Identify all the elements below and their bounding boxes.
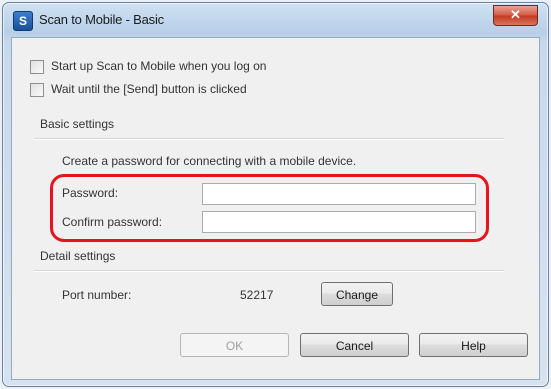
dialog-window: S Scan to Mobile - Basic ✕ Start up Scan… xyxy=(2,2,549,387)
startup-checkbox[interactable] xyxy=(30,60,44,74)
detail-settings-divider xyxy=(34,270,504,272)
password-highlight-box xyxy=(50,174,489,242)
startup-checkbox-label: Start up Scan to Mobile when you log on xyxy=(51,59,267,73)
close-button[interactable]: ✕ xyxy=(493,5,538,26)
detail-settings-heading: Detail settings xyxy=(40,249,116,263)
change-port-button[interactable]: Change xyxy=(321,282,393,306)
cancel-button[interactable]: Cancel xyxy=(300,333,409,357)
wait-checkbox[interactable] xyxy=(30,83,44,97)
help-button[interactable]: Help xyxy=(419,333,528,357)
ok-button[interactable]: OK xyxy=(180,333,289,357)
basic-settings-divider xyxy=(34,138,504,140)
basic-settings-heading: Basic settings xyxy=(40,117,115,131)
basic-settings-description: Create a password for connecting with a … xyxy=(62,154,357,168)
window-title: Scan to Mobile - Basic xyxy=(39,12,164,27)
port-number-label: Port number: xyxy=(62,288,132,302)
port-number-value: 52217 xyxy=(240,288,274,302)
dialog-client-area: Start up Scan to Mobile when you log on … xyxy=(11,37,540,380)
wait-checkbox-label: Wait until the [Send] button is clicked xyxy=(51,82,247,96)
title-bar[interactable]: S Scan to Mobile - Basic ✕ xyxy=(3,3,548,37)
app-icon: S xyxy=(13,11,33,31)
